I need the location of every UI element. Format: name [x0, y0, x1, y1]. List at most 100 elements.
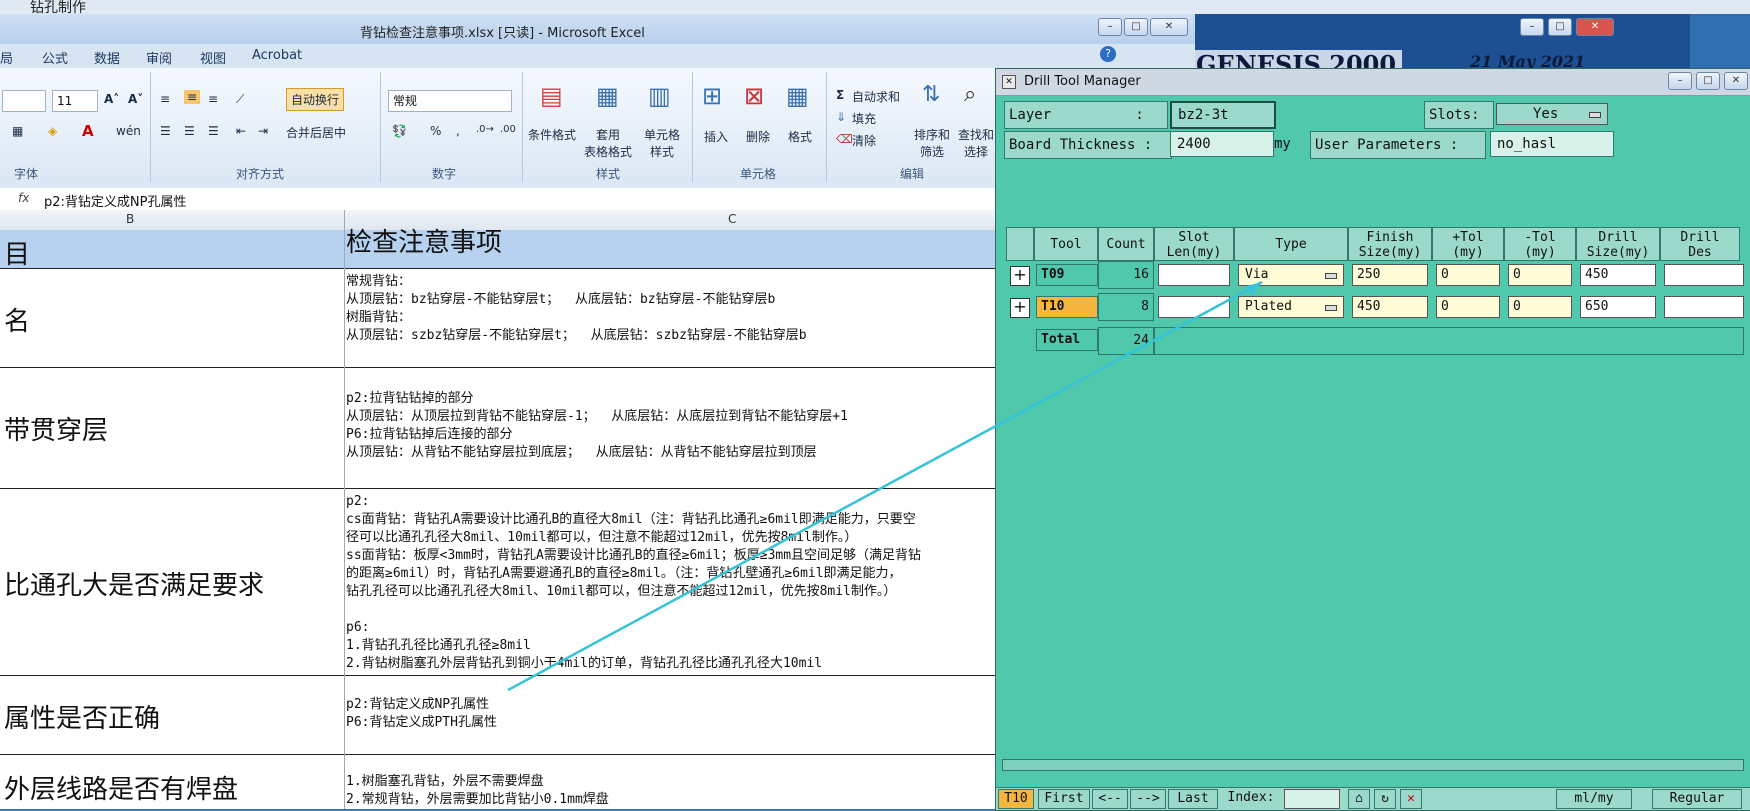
- genesis-minimize-button[interactable]: –: [1520, 18, 1544, 36]
- font-size-select[interactable]: 11: [52, 90, 98, 112]
- board-thickness-input[interactable]: 2400: [1170, 131, 1274, 157]
- excel-maximize-button[interactable]: □: [1124, 18, 1148, 36]
- close-x-icon[interactable]: ✕: [1002, 75, 1016, 89]
- increase-decimal-icon[interactable]: .0→: [476, 124, 494, 135]
- finish-size-input[interactable]: 450: [1352, 296, 1428, 318]
- decrease-decimal-icon[interactable]: .00: [500, 124, 516, 135]
- cell-style-button[interactable]: 单元格 样式: [644, 126, 680, 160]
- drill-des-input[interactable]: [1664, 264, 1744, 286]
- slots-select[interactable]: Yes: [1496, 103, 1608, 125]
- font-name-select[interactable]: [2, 90, 46, 112]
- insert-cells-icon[interactable]: ⊞: [702, 82, 722, 110]
- minus-tol-input[interactable]: 0: [1508, 264, 1572, 286]
- genesis-close-button[interactable]: ✕: [1576, 18, 1614, 36]
- dtm-minimize-button[interactable]: –: [1668, 72, 1692, 90]
- align-left-icon[interactable]: ☰: [160, 124, 171, 138]
- drill-size-input[interactable]: 650: [1580, 296, 1656, 318]
- percent-button[interactable]: %: [430, 124, 441, 138]
- tab-review[interactable]: 审阅: [146, 48, 172, 67]
- slot-len-input[interactable]: [1158, 296, 1230, 318]
- refresh-icon[interactable]: ↻: [1374, 789, 1396, 809]
- horizontal-scrollbar[interactable]: [1002, 759, 1744, 771]
- column-header-c[interactable]: C: [728, 212, 736, 226]
- delete-cells-icon[interactable]: ⊠: [744, 82, 764, 110]
- type-select[interactable]: Plated: [1238, 296, 1344, 318]
- align-center-icon[interactable]: ☰: [184, 124, 195, 138]
- type-select[interactable]: Via: [1238, 264, 1344, 286]
- tool-name[interactable]: T10: [1036, 296, 1098, 318]
- format-cells-icon[interactable]: ▦: [786, 82, 809, 110]
- mode-select[interactable]: Regular: [1652, 789, 1742, 809]
- format-button[interactable]: 格式: [788, 128, 812, 145]
- tab-acrobat[interactable]: Acrobat: [252, 48, 302, 63]
- fill-button[interactable]: 填充: [852, 110, 876, 127]
- tab-data[interactable]: 数据: [94, 48, 120, 67]
- conditional-format-button[interactable]: 条件格式: [528, 126, 576, 143]
- next-button[interactable]: -->: [1130, 789, 1166, 809]
- borders-icon[interactable]: ▦: [12, 124, 23, 138]
- wrap-text-button[interactable]: 自动换行: [286, 88, 345, 111]
- plus-tol-input[interactable]: 0: [1436, 296, 1500, 318]
- drill-des-input[interactable]: [1664, 296, 1744, 318]
- find-select-button[interactable]: 查找和 选择: [958, 126, 994, 160]
- fill-down-icon[interactable]: ⇓: [836, 110, 846, 124]
- decrease-indent-icon[interactable]: ⇤: [236, 124, 246, 138]
- shrink-font-icon[interactable]: A˅: [128, 92, 143, 106]
- tab-formulas[interactable]: 公式: [42, 48, 68, 67]
- expand-row-button[interactable]: +: [1010, 298, 1030, 318]
- clear-button[interactable]: 清除: [852, 132, 876, 149]
- merge-center-button[interactable]: 合并后居中: [286, 124, 346, 141]
- help-icon[interactable]: ?: [1100, 46, 1116, 62]
- sort-filter-button[interactable]: 排序和 筛选: [914, 126, 950, 160]
- minus-tol-input[interactable]: 0: [1508, 296, 1572, 318]
- increase-indent-icon[interactable]: ⇥: [258, 124, 268, 138]
- sigma-icon[interactable]: Σ: [836, 88, 844, 102]
- fx-icon[interactable]: fx: [18, 191, 29, 205]
- insert-button[interactable]: 插入: [704, 128, 728, 145]
- first-button[interactable]: First: [1038, 789, 1090, 809]
- binoculars-icon[interactable]: ⌕: [964, 82, 976, 107]
- align-bottom-icon[interactable]: ≡: [208, 92, 218, 106]
- layer-value[interactable]: bz2-3t: [1170, 101, 1276, 129]
- comma-button[interactable]: ,: [456, 124, 460, 138]
- drill-size-input[interactable]: 450: [1580, 264, 1656, 286]
- table-format-icon[interactable]: ▦: [596, 82, 619, 110]
- eraser-icon[interactable]: ⌫: [836, 132, 853, 146]
- tab-layout[interactable]: 局: [0, 48, 13, 67]
- user-parameters-input[interactable]: no_hasl: [1490, 131, 1614, 157]
- last-button[interactable]: Last: [1168, 789, 1218, 809]
- align-top-icon[interactable]: ≡: [160, 92, 170, 106]
- delete-icon[interactable]: ✕: [1400, 789, 1422, 809]
- number-format-select[interactable]: 常规: [388, 90, 512, 112]
- table-format-button[interactable]: 套用 表格格式: [584, 126, 632, 160]
- excel-minimize-button[interactable]: –: [1098, 18, 1122, 36]
- genesis-maximize-button[interactable]: □: [1548, 18, 1572, 36]
- tool-name[interactable]: T09: [1036, 264, 1098, 286]
- excel-title-bar[interactable]: 背钻检查注意事项.xlsx [只读] - Microsoft Excel – □…: [0, 14, 1195, 44]
- currency-icon[interactable]: 💱: [392, 124, 407, 138]
- font-color-icon[interactable]: A: [82, 122, 94, 140]
- dtm-maximize-button[interactable]: □: [1696, 72, 1720, 90]
- slot-len-input[interactable]: [1158, 264, 1230, 286]
- index-input[interactable]: [1284, 789, 1340, 809]
- lock-icon[interactable]: ⌂: [1348, 789, 1370, 809]
- plus-tol-input[interactable]: 0: [1436, 264, 1500, 286]
- delete-button[interactable]: 删除: [746, 128, 770, 145]
- autosum-button[interactable]: 自动求和: [852, 88, 900, 105]
- formula-bar-value[interactable]: p2:背钻定义成NP孔属性: [44, 191, 186, 210]
- dtm-close-button[interactable]: ✕: [1724, 72, 1748, 90]
- tab-view[interactable]: 视图: [200, 48, 226, 67]
- phonetic-icon[interactable]: wén: [116, 124, 141, 138]
- cell-style-icon[interactable]: ▥: [648, 82, 671, 110]
- orientation-icon[interactable]: ⟋: [236, 92, 244, 107]
- prev-button[interactable]: <--: [1092, 789, 1128, 809]
- units-select[interactable]: ml/my: [1556, 789, 1632, 809]
- column-header-b[interactable]: B: [126, 212, 134, 226]
- grow-font-icon[interactable]: A˄: [104, 92, 119, 106]
- sort-filter-icon[interactable]: ⇅: [922, 82, 940, 107]
- finish-size-input[interactable]: 250: [1352, 264, 1428, 286]
- align-right-icon[interactable]: ☰: [208, 124, 219, 138]
- conditional-format-icon[interactable]: ▤: [540, 82, 563, 110]
- expand-row-button[interactable]: +: [1010, 266, 1030, 286]
- excel-close-button[interactable]: ✕: [1150, 18, 1188, 36]
